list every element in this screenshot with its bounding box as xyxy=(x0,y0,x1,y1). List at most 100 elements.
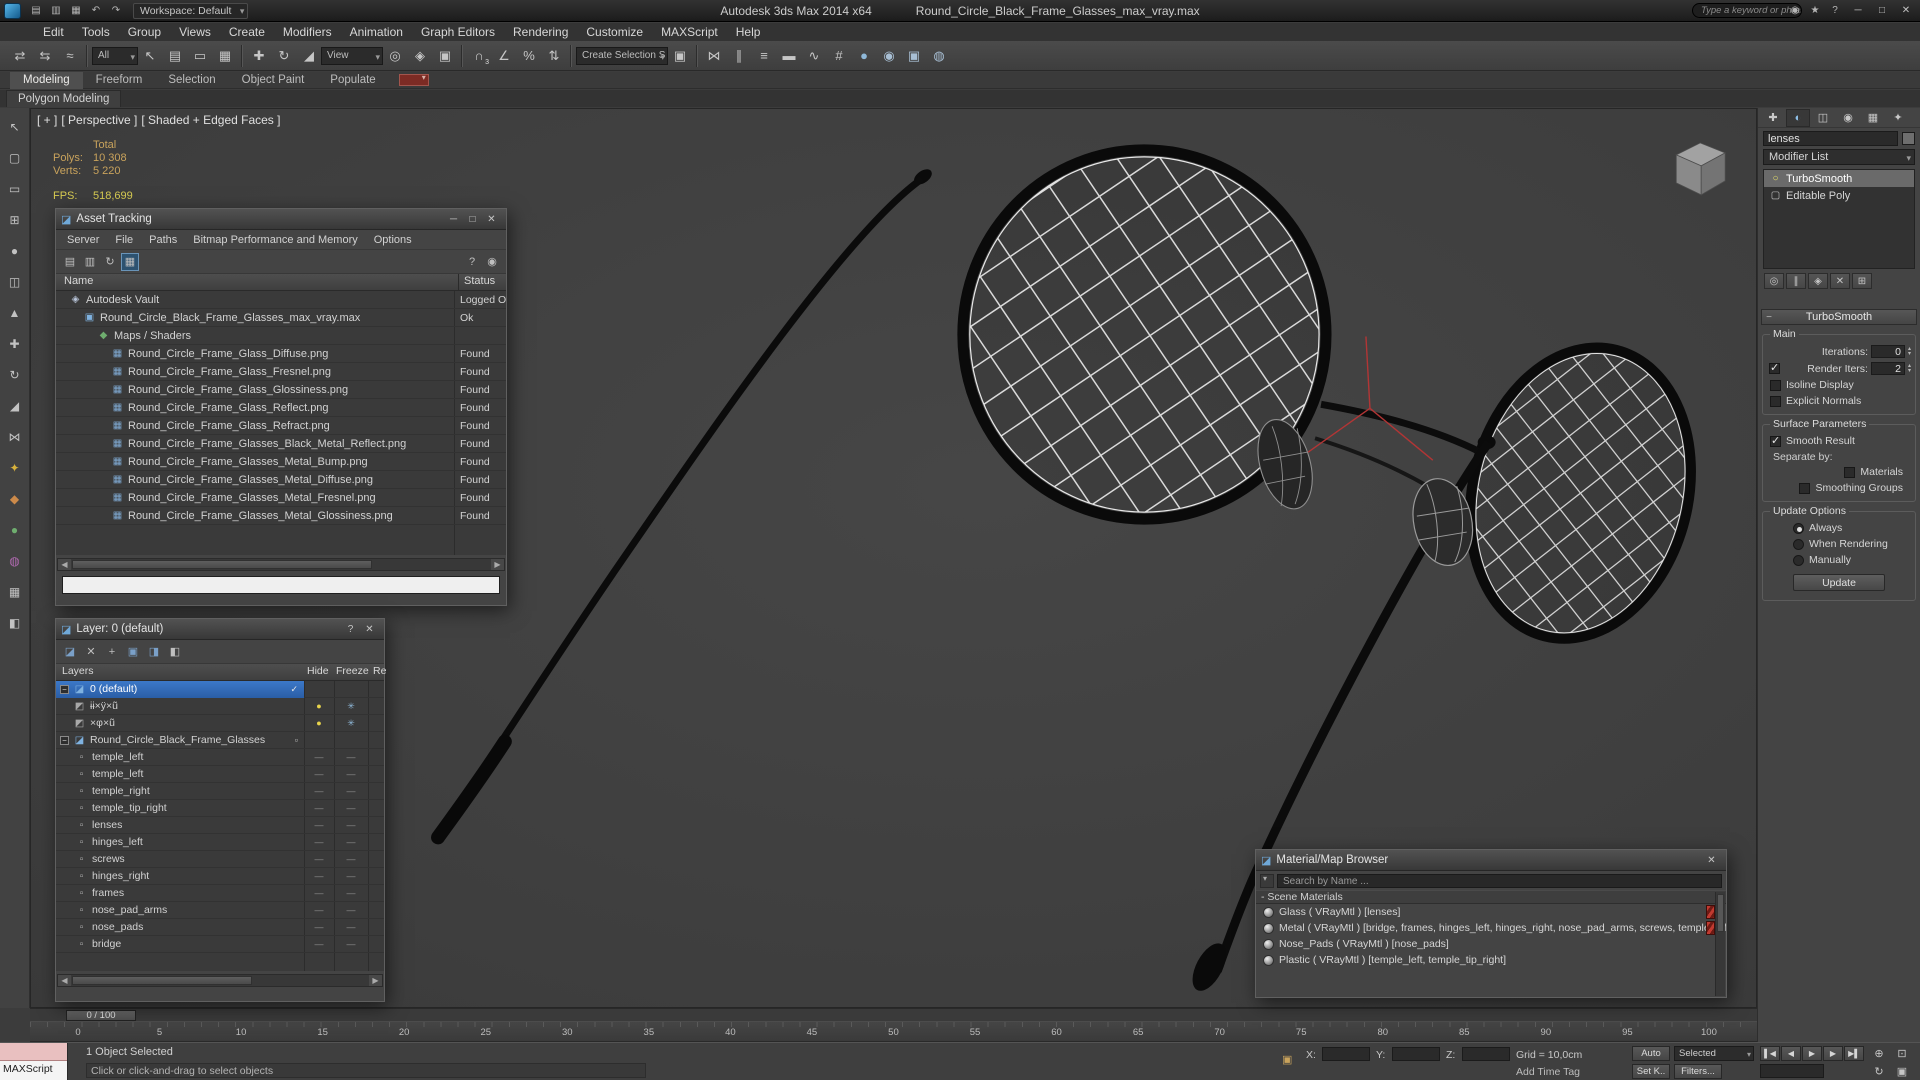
layer-row[interactable]: ▫ hinges_right — — xyxy=(56,868,384,885)
z-coordinate-field[interactable] xyxy=(1462,1047,1510,1061)
smooth-result-checkbox[interactable] xyxy=(1770,434,1781,447)
material-browser-title-bar[interactable]: ◪ Material/Map Browser ✕ xyxy=(1256,850,1726,871)
zoom-icon[interactable]: ⊕ xyxy=(1868,1045,1890,1062)
unlink-selection-icon[interactable]: ⇆ xyxy=(33,44,57,68)
time-slider-thumb[interactable]: 0 / 100 xyxy=(66,1010,136,1021)
menu-item[interactable]: Paths xyxy=(141,230,185,249)
ribbon-flyout-button[interactable] xyxy=(398,73,429,86)
column-header-layers[interactable]: Layers xyxy=(62,665,94,677)
hide-toggle[interactable]: — xyxy=(304,769,334,779)
always-radio[interactable] xyxy=(1793,522,1804,534)
material-editor-icon[interactable]: ● xyxy=(852,44,876,68)
use-pivot-center-icon[interactable]: ◎ xyxy=(383,44,407,68)
infocenter-help-icon[interactable]: ? xyxy=(1826,5,1844,16)
menu-item[interactable]: Options xyxy=(366,230,420,249)
maximize-viewport-icon[interactable]: ▣ xyxy=(1891,1063,1913,1080)
create-tab[interactable]: ✚ xyxy=(1761,109,1785,127)
menu-item[interactable]: Create xyxy=(220,23,274,41)
snaps-toggle-icon[interactable]: ∩ 3 xyxy=(467,44,491,68)
make-unique-icon[interactable]: ◈ xyxy=(1808,273,1828,289)
layer-row[interactable]: ▫ temple_left — — xyxy=(56,749,384,766)
hide-toggle[interactable]: — xyxy=(304,905,334,915)
asset-row[interactable]: ▦ Round_Circle_Frame_Glasses_Metal_Bump.… xyxy=(56,453,506,471)
mirror-icon[interactable]: ⋈ xyxy=(702,44,726,68)
column-header-hide[interactable]: Hide xyxy=(307,665,329,677)
menu-item[interactable]: File xyxy=(107,230,141,249)
configure-modifier-sets-icon[interactable]: ⊞ xyxy=(1852,273,1872,289)
bind-to-space-warp-icon[interactable]: ≈ xyxy=(58,44,82,68)
menu-item[interactable]: Help xyxy=(727,23,770,41)
x-coordinate-field[interactable] xyxy=(1322,1047,1370,1061)
layer-dialog-title-bar[interactable]: ◪ Layer: 0 (default) ? ✕ xyxy=(56,619,384,640)
asset-row[interactable]: ▦ Round_Circle_Frame_Glasses_Metal_Fresn… xyxy=(56,489,506,507)
named-selection-dropdown[interactable]: Create Selection S xyxy=(576,46,668,65)
freeze-toggle[interactable]: — xyxy=(334,837,368,847)
material-search-input[interactable]: Search by Name ... xyxy=(1277,873,1722,888)
hide-toggle[interactable]: — xyxy=(304,786,334,796)
modifier-stack-item[interactable]: ○ TurboSmooth xyxy=(1764,170,1914,187)
spinner-snap-icon[interactable]: ⇅ xyxy=(542,44,566,68)
redo-icon[interactable]: ↷ xyxy=(107,5,125,16)
scroll-right-icon[interactable]: ▶ xyxy=(369,975,382,986)
auto-key-button[interactable]: Auto xyxy=(1632,1046,1670,1061)
go-to-end-button[interactable]: ▶▌ xyxy=(1844,1046,1864,1061)
hide-toggle[interactable]: — xyxy=(304,803,334,813)
layer-row[interactable]: ▫ temple_left — — xyxy=(56,766,384,783)
asset-row[interactable]: ▦ Round_Circle_Frame_Glass_Diffuse.png F… xyxy=(56,345,506,363)
layer-row[interactable]: ▫ temple_tip_right — — xyxy=(56,800,384,817)
horizontal-scrollbar[interactable]: ◀ ▶ xyxy=(57,558,505,571)
manually-radio[interactable] xyxy=(1793,554,1804,566)
constrain-tool-icon[interactable]: ● xyxy=(6,521,24,539)
track-bar[interactable]: 0 5 10 15 20 25 30 35 40 45 50 55 60 65 70 75 80 85 90 95 10… xyxy=(30,1022,1757,1042)
scrollbar-thumb[interactable] xyxy=(72,560,372,569)
turbosmooth-rollout-header[interactable]: − TurboSmooth xyxy=(1761,309,1917,325)
asset-row[interactable]: ▦ Round_Circle_Frame_Glass_Reflect.png F… xyxy=(56,399,506,417)
layer-row[interactable]: ▫ lenses — — xyxy=(56,817,384,834)
layer-row[interactable]: ▫ screws — — xyxy=(56,851,384,868)
layer-row[interactable]: ▫ bridge — — xyxy=(56,936,384,953)
selection-filter-dropdown[interactable]: All xyxy=(92,46,138,65)
asset-tracking-title-bar[interactable]: ◪ Asset Tracking ─ □ ✕ xyxy=(56,209,506,230)
close-button[interactable]: ✕ xyxy=(1702,855,1721,866)
select-and-move-icon[interactable]: ✚ xyxy=(247,44,271,68)
highlight-layer-icon[interactable]: ◨ xyxy=(145,643,163,661)
horizontal-scrollbar[interactable]: ◀ ▶ xyxy=(57,974,383,987)
utilities-tab[interactable]: ✦ xyxy=(1886,109,1910,127)
hide-toggle[interactable]: — xyxy=(304,752,334,762)
current-frame-field[interactable] xyxy=(1760,1064,1824,1078)
scroll-left-icon[interactable]: ◀ xyxy=(58,975,71,986)
hide-toggle[interactable]: — xyxy=(304,854,334,864)
maxscript-mini-listener[interactable]: MAXScript xyxy=(0,1043,68,1080)
quad-menu-icon[interactable]: ▦ xyxy=(6,583,24,601)
freeze-toggle[interactable]: — xyxy=(334,854,368,864)
freeze-toggle[interactable]: — xyxy=(334,769,368,779)
angle-snap-icon[interactable]: ∠ xyxy=(492,44,516,68)
ribbon-tab[interactable]: Selection xyxy=(155,72,228,89)
hide-toggle[interactable]: ● xyxy=(304,701,334,711)
material-row[interactable]: Nose_Pads ( VRayMtl ) [nose_pads] xyxy=(1256,936,1726,952)
layer-row[interactable]: ◩ ɨɨ×ÿ×ũ ● ✳ xyxy=(56,698,384,715)
new-scene-icon[interactable]: ▤ xyxy=(27,5,45,16)
select-by-name-icon[interactable]: ▤ xyxy=(163,44,187,68)
next-frame-button[interactable]: ▶ xyxy=(1823,1046,1843,1061)
save-file-icon[interactable]: ▦ xyxy=(67,5,85,16)
isoline-display-checkbox[interactable] xyxy=(1770,379,1781,391)
object-color-swatch[interactable] xyxy=(1902,132,1915,145)
viewport-settings-icon[interactable]: ◧ xyxy=(6,614,24,632)
display-tab[interactable]: ▦ xyxy=(1861,109,1885,127)
favorites-icon[interactable]: ★ xyxy=(1806,5,1824,16)
vertical-scrollbar[interactable] xyxy=(1715,892,1725,996)
menu-item[interactable]: Tools xyxy=(73,23,119,41)
menu-item[interactable]: MAXScript xyxy=(652,23,727,41)
freeze-toggle[interactable]: — xyxy=(334,752,368,762)
title-bar[interactable]: ▤▥▦↶↷ Workspace: Default Autodesk 3ds Ma… xyxy=(0,0,1920,22)
smoothing-groups-checkbox[interactable] xyxy=(1799,482,1811,494)
hide-toggle[interactable]: — xyxy=(304,871,334,881)
column-header-freeze[interactable]: Freeze xyxy=(336,665,369,677)
expand-icon[interactable]: − xyxy=(60,735,69,745)
schematic-view-icon[interactable]: # xyxy=(827,44,851,68)
freeze-toggle[interactable]: — xyxy=(334,871,368,881)
communication-center-icon[interactable]: ◉ xyxy=(1786,5,1804,16)
freeze-toggle[interactable]: — xyxy=(334,820,368,830)
go-to-start-button[interactable]: ▌◀ xyxy=(1760,1046,1780,1061)
